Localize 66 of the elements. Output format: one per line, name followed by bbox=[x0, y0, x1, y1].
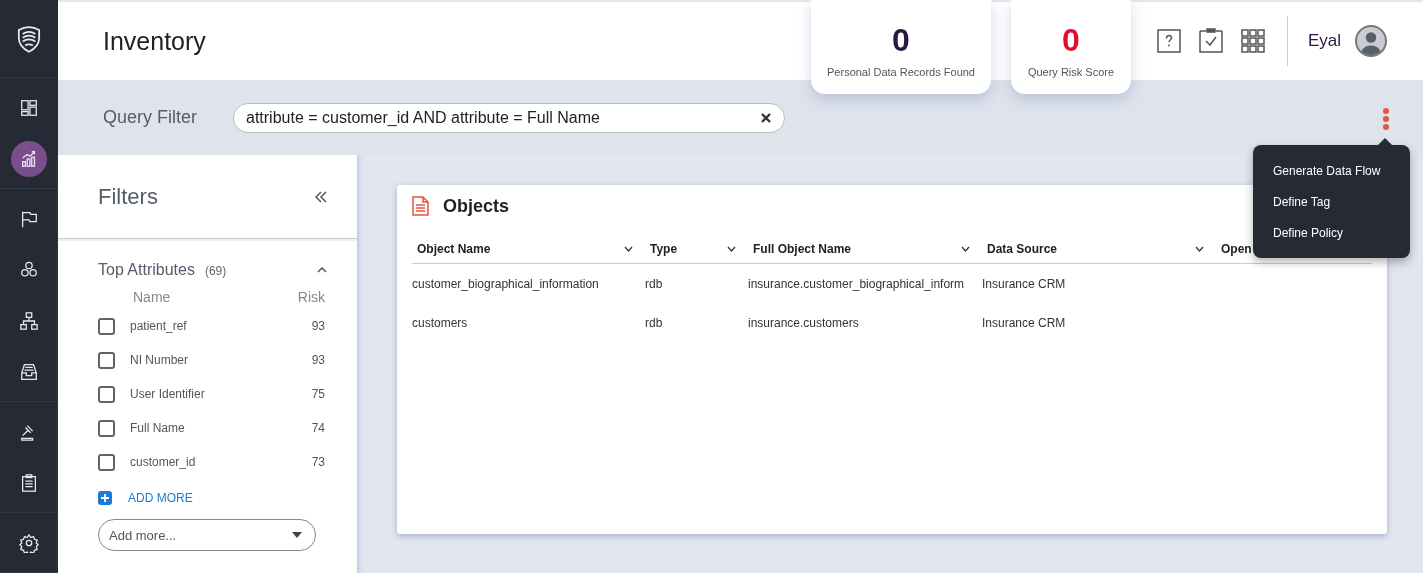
table-cell: rdb bbox=[645, 276, 663, 291]
page-title: Inventory bbox=[103, 26, 206, 56]
column-header: Risk bbox=[297, 289, 325, 305]
query-filter-label: Query Filter bbox=[103, 107, 199, 128]
tray-icon bbox=[19, 361, 39, 382]
sort-caret-icon[interactable] bbox=[1195, 246, 1204, 252]
checkbox[interactable] bbox=[98, 385, 115, 403]
stat-label: Personal Data Records Found bbox=[827, 66, 975, 78]
checkbox[interactable] bbox=[98, 419, 115, 437]
menu-item[interactable]: Define Tag bbox=[1253, 186, 1351, 217]
table-cell: insurance.customers bbox=[748, 315, 859, 330]
add-more-button[interactable]: ADD MORE bbox=[98, 483, 193, 513]
user-name[interactable]: Eyal bbox=[1307, 31, 1341, 51]
column-header[interactable]: Data Source bbox=[982, 235, 1216, 264]
table-cell: Insurance CRM bbox=[982, 276, 1066, 291]
query-input-field[interactable]: attribute = customer_id AND attribute = Full Name bbox=[233, 102, 785, 133]
collapse-icon[interactable] bbox=[315, 190, 327, 203]
stat-value: 0 bbox=[1062, 24, 1080, 56]
risk-score: 93 bbox=[311, 353, 325, 367]
sort-caret-icon[interactable] bbox=[624, 246, 633, 252]
table-cell: customer_biographical_information bbox=[412, 276, 599, 291]
sort-caret-icon[interactable] bbox=[961, 246, 970, 252]
attribute-name: patient_ref bbox=[130, 319, 188, 333]
column-header[interactable]: Object Name bbox=[412, 235, 645, 264]
column-header[interactable]: Full Object Name bbox=[748, 235, 982, 264]
column-header[interactable]: Type bbox=[645, 235, 748, 264]
table-cell: rdb bbox=[645, 315, 663, 330]
dropdown-caret-icon bbox=[292, 532, 302, 538]
stat-label: Query Risk Score bbox=[1027, 66, 1115, 78]
checkbox[interactable] bbox=[98, 317, 115, 335]
apps-grid-icon[interactable] bbox=[1238, 27, 1267, 55]
settings-icon bbox=[19, 532, 39, 553]
clipboard-icon bbox=[19, 472, 39, 493]
risk-score: 73 bbox=[311, 455, 325, 469]
checkbox[interactable] bbox=[98, 453, 115, 471]
risk-score: 75 bbox=[311, 387, 325, 401]
fingerprint-shield-logo bbox=[15, 24, 43, 53]
column-header: Name bbox=[133, 289, 171, 305]
hierarchy-icon bbox=[19, 310, 39, 331]
sort-caret-icon[interactable] bbox=[727, 246, 736, 252]
panel-title: Filters bbox=[98, 183, 158, 210]
help-icon[interactable] bbox=[1154, 27, 1183, 55]
risk-score: 74 bbox=[311, 421, 325, 435]
attribute-count: (69) bbox=[204, 264, 227, 278]
checkbox[interactable] bbox=[98, 351, 115, 369]
stat-value: 0 bbox=[892, 24, 910, 56]
more-menu-icon[interactable] bbox=[1382, 107, 1390, 131]
menu-item[interactable]: Define Policy bbox=[1253, 217, 1364, 248]
risk-score: 93 bbox=[311, 319, 325, 333]
chevron-up-icon[interactable] bbox=[317, 267, 327, 273]
avatar-icon[interactable] bbox=[1355, 25, 1387, 57]
card-title: Objects bbox=[443, 195, 510, 217]
attribute-name: Full Name bbox=[130, 421, 186, 435]
plus-icon bbox=[98, 491, 112, 505]
table-cell: Insurance CRM bbox=[982, 315, 1066, 330]
menu-item[interactable]: Generate Data Flow bbox=[1253, 155, 1401, 186]
table-cell: insurance.customer_biographical_inform bbox=[748, 276, 965, 291]
section-title: Top Attributes bbox=[98, 261, 195, 278]
clear-icon[interactable] bbox=[760, 111, 772, 124]
dashboard-icon bbox=[19, 97, 39, 118]
table-cell: customers bbox=[412, 315, 468, 330]
checklist-icon[interactable] bbox=[1196, 27, 1225, 55]
attribute-name: User Identifier bbox=[130, 387, 206, 401]
attribute-name: customer_id bbox=[130, 455, 197, 469]
attribute-name: NI Number bbox=[130, 353, 189, 367]
document-icon bbox=[412, 196, 429, 216]
